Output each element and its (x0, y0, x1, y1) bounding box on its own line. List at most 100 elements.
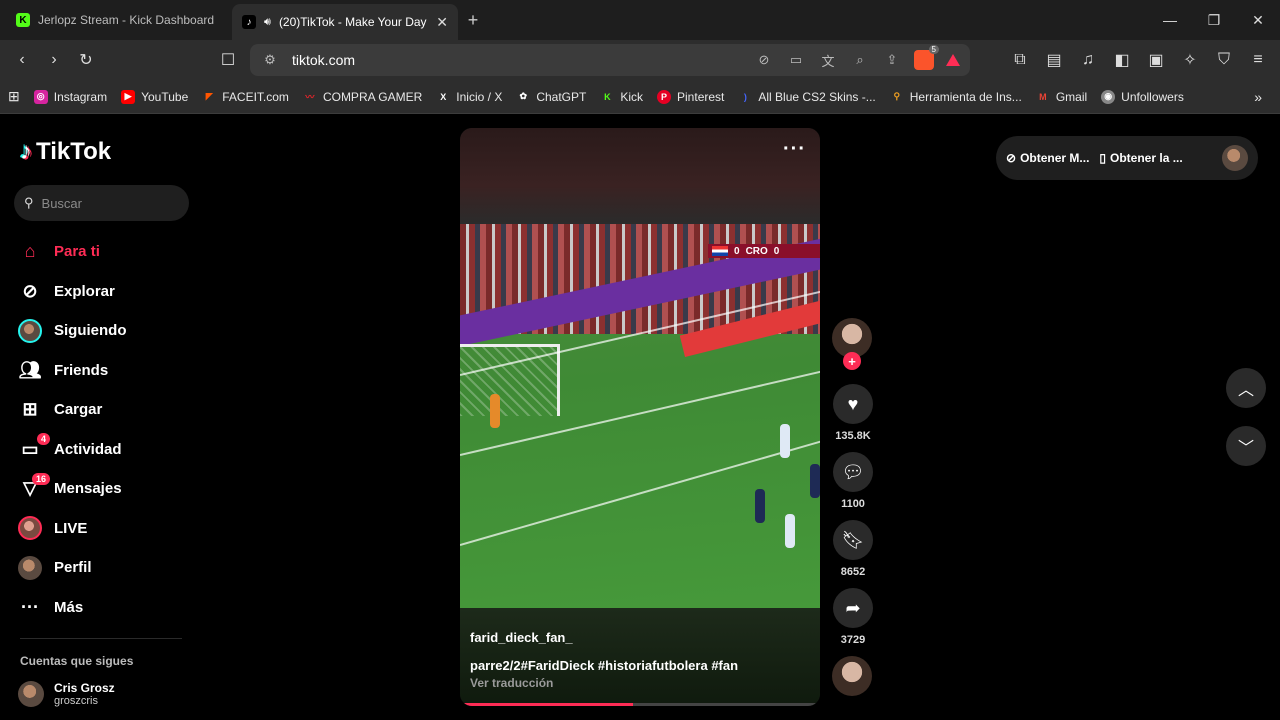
bookmark-label: COMPRA GAMER (322, 89, 423, 104)
video-caption[interactable]: parre2/2#FaridDieck #historiafutbolera #… (470, 658, 738, 673)
vpn-icon[interactable]: ⛉ (1210, 46, 1238, 74)
site-settings-icon[interactable]: ⚙ (260, 50, 280, 70)
action-bar: + ♥ 135.8K 💬︎ 1100 🔖︎ 8652 ➦ 3729 (832, 318, 874, 696)
bookmark-pinterest[interactable]: P Pinterest (657, 89, 725, 104)
get-coins-label: Obtener M... (1020, 151, 1090, 165)
video-player[interactable]: ··· 0 CRO 0 farid_dieck_fan_ parre2/2#Fa… (460, 128, 820, 706)
sidebar-item-para-ti[interactable]: ⌂ Para ti (18, 232, 127, 272)
follow-plus-icon[interactable]: + (843, 352, 861, 370)
nav-label: Más (54, 598, 84, 616)
sidebar-icon[interactable]: ◧ (1108, 46, 1136, 74)
faceit-icon: ◤ (205, 91, 213, 101)
save-action[interactable]: 🔖︎ 8652 (832, 520, 874, 580)
close-tab-icon[interactable]: ✕ (436, 14, 448, 31)
bookmark-label: Pinterest (677, 89, 725, 104)
nav-label: LIVE (54, 519, 88, 537)
sidebar-item-live[interactable]: LIVE (18, 509, 127, 549)
sidebar-item-mas[interactable]: ··· Más (18, 588, 127, 628)
profile-avatar[interactable] (1222, 145, 1248, 171)
x-icon: X (440, 91, 447, 102)
bookmark-icon[interactable]: 🔖︎ (833, 520, 873, 560)
heart-icon[interactable]: ♥ (833, 384, 873, 424)
leo-ai-icon[interactable]: ✧ (1176, 46, 1204, 74)
bookmark-x[interactable]: X Inicio / X (436, 90, 502, 104)
brave-rewards-icon[interactable] (946, 54, 960, 66)
brave-badge: 5 (928, 45, 939, 54)
address-bar[interactable]: ⚙ tiktok.com ⊘ ▭ 文 ⌕ ⇪ 5 (250, 44, 970, 76)
reload-icon[interactable]: ↻ (72, 46, 100, 74)
creator-avatar[interactable]: + (832, 318, 872, 370)
sidebar-nav: ⌂ Para ti ⊘ Explorar Siguiendo 👥︎ Friends ⊞… (18, 232, 127, 627)
bookmark-kick[interactable]: K Kick (600, 90, 643, 104)
cast-icon[interactable]: ▭ (786, 50, 806, 70)
share-arrow-icon[interactable]: ➦ (833, 588, 873, 628)
zoom-icon[interactable]: ⌕ (850, 50, 870, 70)
brave-shields-icon[interactable]: 5 (914, 45, 939, 70)
share-icon[interactable]: ⇪ (882, 50, 902, 70)
tab-tiktok[interactable]: ♪ 🔊︎ (20)TikTok - Make Your Day ✕ (232, 4, 458, 40)
media-icon[interactable]: ♫ (1074, 46, 1102, 74)
comment-action[interactable]: 💬︎ 1100 (832, 452, 874, 512)
sidebar-item-actividad[interactable]: ▭ 4 Actividad (18, 430, 127, 470)
nav-label: Perfil (54, 559, 92, 577)
like-action[interactable]: ♥ 135.8K (832, 384, 874, 444)
get-coins-button[interactable]: ⊘ Obtener M... (1006, 151, 1089, 165)
wallet-icon[interactable]: ▣ (1142, 46, 1170, 74)
search-input[interactable]: ⚲ Buscar (14, 185, 189, 221)
apps-grid-icon[interactable]: ⊞ (8, 88, 20, 105)
bookmark-label: FACEIT.com (222, 89, 289, 104)
chevron-up-icon: ︿ (1237, 382, 1254, 399)
scoreboard: 0 CRO 0 (708, 244, 820, 258)
reader-icon[interactable]: ▤ (1040, 46, 1068, 74)
sidebar-item-cargar[interactable]: ⊞ Cargar (18, 390, 127, 430)
bookmark-compragamer[interactable]: 〰 COMPRA GAMER (303, 90, 422, 104)
following-account[interactable]: Cris Grosz groszcris (18, 681, 115, 707)
bookmark-label: Herramienta de Ins... (909, 89, 1022, 104)
bookmark-faceit[interactable]: ◤ FACEIT.com (202, 90, 289, 104)
video-progress-bar[interactable] (460, 703, 820, 706)
get-app-button[interactable]: ▯ Obtener la ... (1099, 151, 1182, 165)
sidebar: ♪ TikTok ⚲ Buscar ⌂ Para ti ⊘ Explorar Sig… (0, 114, 200, 720)
comment-icon[interactable]: 💬︎ (833, 452, 873, 492)
bookmark-unfollowers[interactable]: ◉ Unfollowers (1101, 89, 1184, 104)
sidebar-item-siguiendo[interactable]: Siguiendo (18, 311, 127, 351)
url-text[interactable]: tiktok.com (292, 52, 742, 68)
bookmark-herramienta[interactable]: ⚲ Herramienta de Ins... (890, 89, 1022, 104)
bookmark-cs2-skins[interactable]: ) All Blue CS2 Skins -... (738, 90, 876, 104)
sound-avatar[interactable] (832, 656, 872, 696)
avatar (18, 555, 42, 580)
close-window-icon[interactable]: ✕ (1236, 0, 1280, 40)
no-cast-icon[interactable]: ⊘ (754, 50, 774, 70)
logo-text: TikTok (36, 138, 112, 165)
more-bookmarks-icon[interactable]: » (1254, 89, 1262, 105)
menu-icon[interactable]: ≡ (1244, 46, 1272, 74)
tab-title: (20)TikTok - Make Your Day (278, 15, 427, 29)
forward-icon[interactable]: › (40, 46, 68, 74)
speaker-icon[interactable]: 🔊︎ (264, 16, 271, 29)
sidebar-item-perfil[interactable]: Perfil (18, 548, 127, 588)
tab-kick-dashboard[interactable]: K Jerlopz Stream - Kick Dashboard (6, 3, 232, 37)
tiktok-logo[interactable]: ♪ TikTok (20, 138, 111, 166)
more-options-icon[interactable]: ··· (783, 138, 806, 161)
maximize-icon[interactable]: ❐ (1192, 0, 1236, 40)
back-icon[interactable]: ‹ (8, 46, 36, 74)
bookmark-gmail[interactable]: M Gmail (1036, 90, 1087, 104)
video-author[interactable]: farid_dieck_fan_ (470, 630, 573, 645)
sidebar-item-explorar[interactable]: ⊘ Explorar (18, 272, 127, 312)
share-action[interactable]: ➦ 3729 (832, 588, 874, 648)
following-handle: groszcris (54, 695, 99, 707)
bookmark-instagram[interactable]: ◎ Instagram (33, 89, 107, 104)
bookmark-icon[interactable]: ☐ (214, 46, 242, 74)
translate-icon[interactable]: 文 (818, 50, 838, 70)
extensions-icon[interactable]: ⧉ (1006, 46, 1034, 74)
previous-video-button[interactable]: ︿ (1226, 368, 1266, 408)
translate-link[interactable]: Ver traducción (470, 676, 553, 690)
new-tab-button[interactable]: + (458, 3, 488, 37)
messages-icon: ▽ 16 (18, 472, 50, 501)
bookmark-chatgpt[interactable]: ✿ ChatGPT (516, 90, 587, 104)
next-video-button[interactable]: ﹀ (1226, 426, 1266, 466)
minimize-icon[interactable]: — (1148, 0, 1192, 40)
sidebar-item-mensajes[interactable]: ▽ 16 Mensajes (18, 469, 127, 509)
bookmark-youtube[interactable]: ▶ YouTube (121, 89, 188, 104)
sidebar-item-friends[interactable]: 👥︎ Friends (18, 351, 127, 391)
